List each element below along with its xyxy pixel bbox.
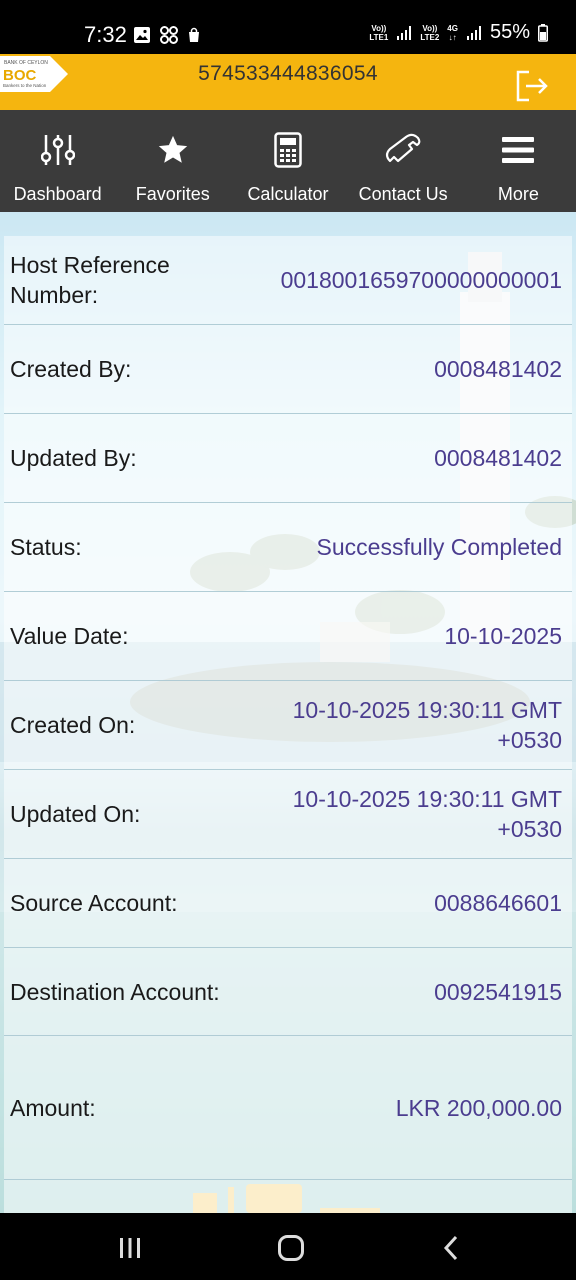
detail-label: Destination Account: bbox=[10, 978, 220, 1005]
detail-value: 0092541915 bbox=[434, 978, 562, 1005]
signal-icon bbox=[466, 25, 481, 40]
status-bar: 7:32 Vo)) LTE1 Vo)) LTE2 4G ↓↑ 55% bbox=[0, 0, 576, 54]
detail-row-updated-by: Updated By: 0008481402 bbox=[4, 414, 572, 503]
nav-dashboard[interactable]: Dashboard bbox=[0, 110, 115, 212]
detail-label: Created On: bbox=[10, 712, 136, 738]
sim1-indicator: Vo)) LTE1 bbox=[369, 24, 388, 42]
detail-row-created-on: Created On: 10-10-2025 19:30:11 GMT +053… bbox=[4, 681, 572, 770]
detail-row-destination-account: Destination Account: 0092541915 bbox=[4, 948, 572, 1036]
detail-value: Successfully Completed bbox=[316, 534, 562, 560]
transaction-details: Host Reference Number: 00180016597000000… bbox=[4, 236, 572, 1213]
detail-label: Updated By: bbox=[10, 445, 137, 471]
network-label: 4G bbox=[447, 23, 458, 33]
sliders-icon bbox=[40, 130, 75, 170]
nav-label: Favorites bbox=[135, 184, 210, 204]
nav-label: More bbox=[497, 184, 539, 204]
sim2-top-label: Vo)) bbox=[422, 23, 438, 33]
shopping-bag-icon bbox=[189, 27, 199, 42]
gallery-icon bbox=[134, 27, 150, 43]
phone-icon bbox=[384, 130, 422, 170]
apps-icon bbox=[160, 26, 178, 44]
sim2-indicator: Vo)) LTE2 bbox=[420, 24, 439, 42]
nav-more[interactable]: More bbox=[461, 110, 576, 212]
detail-value: 10-10-2025 19:30:11 GMT +0530 bbox=[292, 697, 562, 753]
detail-value: 0008481402 bbox=[434, 445, 562, 471]
main-nav: Dashboard Favorites Calculator Contact U… bbox=[0, 110, 576, 212]
detail-row-value-date: Value Date: 10-10-2025 bbox=[4, 592, 572, 681]
notification-icons bbox=[133, 25, 201, 45]
calculator-icon bbox=[274, 130, 302, 170]
detail-value: 10-10-2025 bbox=[444, 623, 562, 649]
battery-icon bbox=[538, 23, 548, 42]
detail-row-host-reference: Host Reference Number: 00180016597000000… bbox=[4, 236, 572, 325]
nav-label: Dashboard bbox=[13, 184, 102, 204]
detail-row-status: Status: Successfully Completed bbox=[4, 503, 572, 592]
status-time: 7:32 bbox=[84, 22, 127, 47]
signal-icon bbox=[397, 25, 412, 40]
detail-label: Host Reference Number: bbox=[10, 252, 170, 308]
detail-row-updated-on: Updated On: 10-10-2025 19:30:11 GMT +053… bbox=[4, 770, 572, 859]
data-arrows-icon: ↓↑ bbox=[448, 32, 457, 42]
nav-favorites[interactable]: Favorites bbox=[115, 110, 230, 212]
detail-row-created-by: Created By: 0008481402 bbox=[4, 325, 572, 414]
status-right: Vo)) LTE1 Vo)) LTE2 4G ↓↑ 55% bbox=[369, 21, 548, 44]
star-icon bbox=[156, 130, 190, 170]
home-icon[interactable] bbox=[277, 1234, 305, 1262]
detail-label: Created By: bbox=[10, 356, 132, 382]
sim1-top-label: Vo)) bbox=[371, 23, 387, 33]
battery-percent: 55% bbox=[489, 21, 530, 43]
detail-row-source-account: Source Account: 0088646601 bbox=[4, 859, 572, 948]
detail-label: Source Account: bbox=[10, 890, 178, 916]
app-screen: 7:32 Vo)) LTE1 Vo)) LTE2 4G ↓↑ 55% BANK … bbox=[0, 0, 576, 1280]
logout-icon[interactable] bbox=[514, 68, 550, 104]
sim1-bottom-label: LTE1 bbox=[369, 32, 389, 42]
app-header: BANK OF CEYLON BOC Bankers to the Nation… bbox=[0, 54, 576, 110]
detail-value: LKR 200,000.00 bbox=[395, 1094, 562, 1121]
detail-row-amount: Amount: LKR 200,000.00 bbox=[4, 1036, 572, 1180]
nav-calculator[interactable]: Calculator bbox=[230, 110, 345, 212]
nav-contact-us[interactable]: Contact Us bbox=[346, 110, 461, 212]
nav-label: Calculator bbox=[247, 184, 329, 204]
detail-label: Value Date: bbox=[10, 623, 129, 649]
detail-label: Updated On: bbox=[10, 801, 141, 827]
network-indicator: 4G ↓↑ bbox=[447, 24, 458, 42]
detail-label: Status: bbox=[10, 534, 82, 560]
detail-value: 0018001659700000000001 bbox=[280, 267, 562, 293]
detail-value: 10-10-2025 19:30:11 GMT +0530 bbox=[292, 786, 562, 842]
menu-icon bbox=[501, 130, 535, 170]
back-icon[interactable] bbox=[441, 1235, 461, 1261]
detail-label: Amount: bbox=[10, 1094, 96, 1121]
system-nav-bar bbox=[0, 1213, 576, 1280]
detail-value: 0088646601 bbox=[434, 890, 562, 916]
nav-label: Contact Us bbox=[358, 184, 448, 204]
detail-value: 0008481402 bbox=[434, 356, 562, 382]
recent-apps-icon[interactable] bbox=[118, 1236, 142, 1260]
account-number: 574533444836054 bbox=[198, 62, 378, 85]
sim2-bottom-label: LTE2 bbox=[420, 32, 440, 42]
